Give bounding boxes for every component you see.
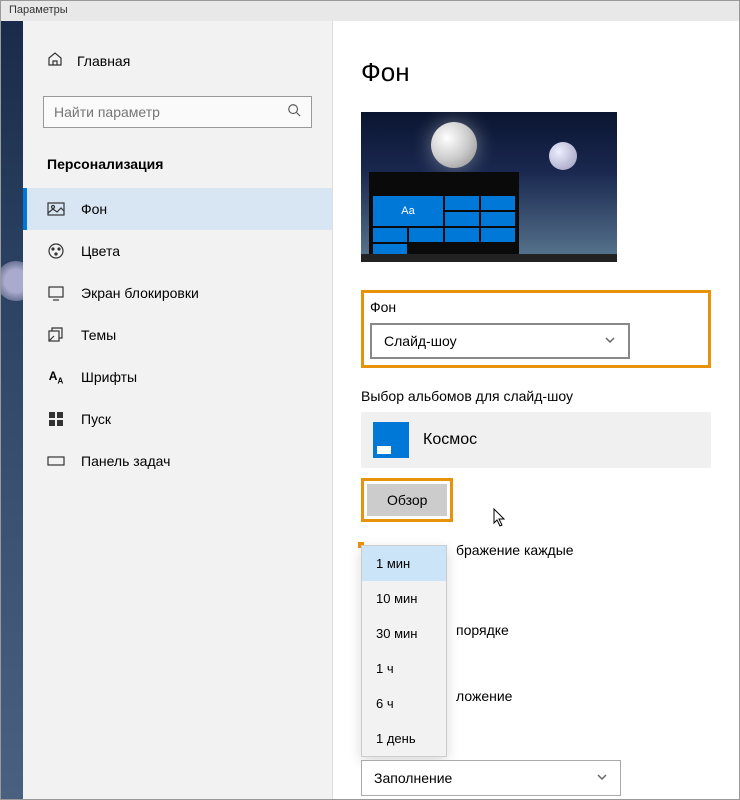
sidebar-item-label: Шрифты (81, 369, 137, 385)
preview-moon-large (431, 122, 477, 168)
preview-moon-small (549, 142, 577, 170)
shuffle-label-partial: порядке (456, 622, 711, 638)
fit-label-partial: ложение (456, 688, 711, 704)
sidebar-item-label: Фон (81, 201, 107, 217)
chevron-down-icon (596, 770, 608, 786)
cursor-icon (493, 508, 507, 528)
fit-dropdown[interactable]: Заполнение (361, 760, 621, 796)
preview-start-menu: Aa (369, 172, 519, 262)
sidebar-item-start[interactable]: Пуск (23, 398, 332, 440)
album-row[interactable]: Космос (361, 412, 711, 468)
interval-option[interactable]: 30 мин (362, 616, 446, 651)
sidebar-item-label: Пуск (81, 411, 111, 427)
preview-tile: Aa (373, 196, 443, 226)
window-title: Параметры (9, 4, 68, 16)
sidebar-item-background[interactable]: Фон (23, 188, 332, 230)
interval-option[interactable]: 6 ч (362, 686, 446, 721)
background-value: Слайд-шоу (384, 333, 457, 349)
sidebar-item-label: Панель задач (81, 453, 170, 469)
section-title: Персонализация (23, 144, 332, 188)
highlight-background-dropdown: Фон Слайд-шоу (361, 290, 711, 368)
fonts-icon: AA (47, 368, 65, 386)
sidebar: Главная Персонализация Фон Цвета (23, 21, 333, 799)
album-label: Выбор альбомов для слайд-шоу (361, 388, 711, 404)
folder-icon (373, 422, 409, 458)
themes-icon (47, 326, 65, 344)
background-dropdown[interactable]: Слайд-шоу (370, 323, 630, 359)
sidebar-item-label: Темы (81, 327, 116, 343)
lock-screen-icon (47, 284, 65, 302)
taskbar-icon (47, 452, 65, 470)
start-icon (47, 410, 65, 428)
home-label: Главная (77, 53, 130, 69)
highlight-interval-menu: 1 мин 10 мин 30 мин 1 ч 6 ч 1 день (358, 542, 364, 548)
browse-button[interactable]: Обзор (367, 484, 447, 516)
desktop-strip (1, 21, 23, 799)
search-icon (287, 103, 301, 122)
sidebar-item-lockscreen[interactable]: Экран блокировки (23, 272, 332, 314)
album-name: Космос (423, 431, 477, 449)
image-icon (47, 200, 65, 218)
sidebar-item-themes[interactable]: Темы (23, 314, 332, 356)
preview-taskbar (361, 254, 617, 262)
home-button[interactable]: Главная (23, 41, 332, 80)
sidebar-item-label: Цвета (81, 243, 120, 259)
desktop-preview: Aa (361, 112, 617, 262)
palette-icon (47, 242, 65, 260)
sidebar-item-taskbar[interactable]: Панель задач (23, 440, 332, 482)
sidebar-item-fonts[interactable]: AA Шрифты (23, 356, 332, 398)
content-area: Фон Aa (333, 21, 739, 799)
interval-option[interactable]: 1 мин (362, 546, 446, 581)
interval-dropdown-menu: 1 мин 10 мин 30 мин 1 ч 6 ч 1 день (361, 545, 447, 757)
page-title: Фон (361, 57, 711, 88)
sidebar-item-label: Экран блокировки (81, 285, 199, 301)
chevron-down-icon (604, 333, 616, 349)
search-input[interactable] (54, 104, 287, 120)
interval-label-partial: бражение каждые (456, 542, 711, 558)
interval-option[interactable]: 1 день (362, 721, 446, 756)
interval-option[interactable]: 10 мин (362, 581, 446, 616)
search-box[interactable] (43, 96, 312, 128)
home-icon (47, 51, 63, 70)
window-title-bar: Параметры (1, 1, 739, 21)
background-label: Фон (370, 299, 702, 315)
fit-value: Заполнение (374, 770, 452, 786)
main-container: Главная Персонализация Фон Цвета (1, 21, 739, 799)
highlight-browse: Обзор (361, 478, 453, 522)
interval-option[interactable]: 1 ч (362, 651, 446, 686)
sidebar-item-colors[interactable]: Цвета (23, 230, 332, 272)
